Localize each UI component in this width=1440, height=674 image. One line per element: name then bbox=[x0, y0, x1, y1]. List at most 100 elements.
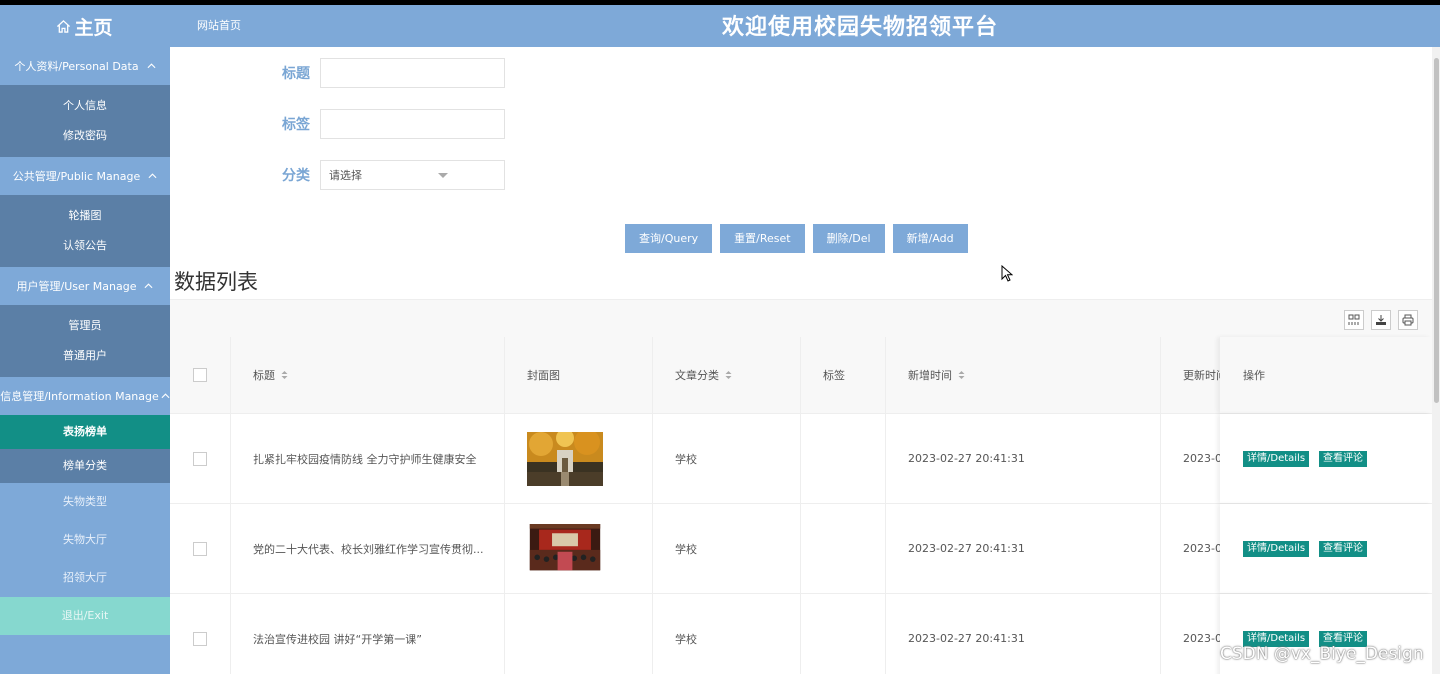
sort-icon bbox=[281, 371, 288, 379]
row-actions: 详情/Details 查看评论 bbox=[1220, 414, 1432, 503]
row-title: 党的二十大代表、校长刘雅红作学习宣传贯彻... bbox=[231, 504, 505, 593]
search-row-tag: 标签 bbox=[270, 109, 505, 139]
scrollbar-thumb[interactable] bbox=[1434, 58, 1439, 403]
column-category-label: 文章分类 bbox=[675, 369, 719, 382]
sort-icon bbox=[725, 371, 732, 379]
sidebar-group-label: 公共管理/Public Manage bbox=[12, 170, 141, 183]
row-title: 扎紧扎牢校园疫情防线 全力守护师生健康安全 bbox=[231, 414, 505, 503]
column-tag-label: 标签 bbox=[823, 369, 845, 382]
sidebar: 个人资料/Personal Data 个人信息 修改密码 公共管理/Public… bbox=[0, 47, 170, 674]
columns-button[interactable] bbox=[1344, 310, 1364, 330]
cover-image[interactable] bbox=[527, 523, 603, 574]
sidebar-item-carousel[interactable]: 轮播图 bbox=[0, 201, 170, 231]
row-select-cell bbox=[170, 504, 231, 593]
sidebar-group-personal[interactable]: 个人资料/Personal Data bbox=[0, 47, 170, 85]
row-category: 学校 bbox=[653, 504, 801, 593]
sidebar-item-admin[interactable]: 管理员 bbox=[0, 311, 170, 341]
cover-image[interactable] bbox=[527, 431, 603, 486]
details-button[interactable]: 详情/Details bbox=[1243, 540, 1310, 557]
row-checkbox[interactable] bbox=[193, 541, 207, 556]
home-icon bbox=[57, 19, 71, 33]
mouse-cursor-icon bbox=[1001, 265, 1013, 282]
sidebar-item-praise-list[interactable]: 表扬榜单 bbox=[0, 415, 170, 449]
column-title-label: 标题 bbox=[253, 369, 275, 382]
reset-button[interactable]: 重置/Reset bbox=[720, 224, 805, 253]
sidebar-item-profile[interactable]: 个人信息 bbox=[0, 91, 170, 121]
sort-icon bbox=[958, 371, 965, 379]
delete-button[interactable]: 删除/Del bbox=[812, 224, 885, 253]
chevron-down-icon bbox=[438, 173, 448, 178]
details-button[interactable]: 详情/Details bbox=[1243, 450, 1310, 467]
row-category: 学校 bbox=[653, 594, 801, 674]
chevron-up-icon bbox=[145, 283, 153, 289]
column-header-category[interactable]: 文章分类 bbox=[653, 337, 801, 413]
home-link[interactable]: 主页 bbox=[0, 5, 170, 47]
column-cover-label: 封面图 bbox=[527, 369, 560, 382]
sidebar-item-claim-hall[interactable]: 招领大厅 bbox=[0, 559, 170, 597]
select-all-checkbox[interactable] bbox=[193, 368, 207, 382]
column-header-title[interactable]: 标题 bbox=[231, 337, 505, 413]
row-select-cell bbox=[170, 414, 231, 503]
print-icon bbox=[1402, 314, 1414, 326]
sidebar-item-announcement[interactable]: 认领公告 bbox=[0, 231, 170, 261]
sidebar-group-information[interactable]: 信息管理/Information Manage bbox=[0, 377, 170, 415]
row-checkbox[interactable] bbox=[193, 451, 207, 466]
tag-field-label: 标签 bbox=[282, 117, 310, 133]
sidebar-item-lost-type[interactable]: 失物类型 bbox=[0, 483, 170, 521]
watermark: CSDN @vx_Biye_Design bbox=[1220, 644, 1424, 664]
row-created: 2023-02-27 20:41:31 bbox=[886, 414, 1161, 503]
export-button[interactable] bbox=[1371, 310, 1391, 330]
row-cover-cell bbox=[505, 414, 653, 503]
sidebar-group-items: 轮播图 认领公告 bbox=[0, 195, 170, 267]
comments-button[interactable]: 查看评论 bbox=[1319, 540, 1368, 557]
list-title: 数据列表 bbox=[174, 270, 258, 294]
comments-button[interactable]: 查看评论 bbox=[1319, 450, 1368, 467]
tag-input[interactable] bbox=[320, 109, 505, 139]
row-actions: 详情/Details 查看评论 bbox=[1220, 504, 1432, 593]
column-actions-label: 操作 bbox=[1243, 369, 1265, 382]
sidebar-item-lost-hall[interactable]: 失物大厅 bbox=[0, 521, 170, 559]
title-input[interactable] bbox=[320, 58, 505, 88]
search-row-category: 分类 请选择 bbox=[270, 160, 505, 190]
sidebar-item-password[interactable]: 修改密码 bbox=[0, 121, 170, 151]
row-tag bbox=[801, 504, 886, 593]
sidebar-group-items: 表扬榜单 榜单分类 bbox=[0, 415, 170, 483]
print-button[interactable] bbox=[1398, 310, 1418, 330]
chevron-up-icon bbox=[148, 173, 157, 179]
sidebar-group-label: 个人资料/Personal Data bbox=[14, 60, 139, 73]
column-header-created[interactable]: 新增时间 bbox=[886, 337, 1161, 413]
sidebar-item-list-category[interactable]: 榜单分类 bbox=[0, 449, 170, 483]
sidebar-group-public[interactable]: 公共管理/Public Manage bbox=[0, 157, 170, 195]
column-header-actions: 操作 bbox=[1220, 337, 1432, 413]
sidebar-item-exit[interactable]: 退出/Exit bbox=[0, 597, 170, 635]
row-created: 2023-02-27 20:41:31 bbox=[886, 504, 1161, 593]
query-button[interactable]: 查询/Query bbox=[625, 224, 713, 253]
table-header-row: 标题 封面图 文章分类 标签 新增时间 更新时间 操作 bbox=[170, 337, 1432, 414]
category-field-label: 分类 bbox=[282, 168, 310, 184]
row-select-cell bbox=[170, 594, 231, 674]
sidebar-group-label: 信息管理/Information Manage bbox=[0, 390, 159, 403]
column-header-tag: 标签 bbox=[801, 337, 886, 413]
table-toolbar bbox=[170, 299, 1432, 337]
row-created: 2023-02-27 20:41:31 bbox=[886, 594, 1161, 674]
export-icon bbox=[1376, 315, 1386, 325]
sidebar-group-users[interactable]: 用户管理/User Manage bbox=[0, 267, 170, 305]
chevron-up-icon bbox=[147, 63, 156, 69]
columns-icon bbox=[1348, 314, 1360, 325]
search-row-title: 标题 bbox=[270, 58, 505, 88]
row-title: 法治宣传进校园 讲好“开学第一课” bbox=[231, 594, 505, 674]
sidebar-item-users[interactable]: 普通用户 bbox=[0, 341, 170, 371]
column-created-label: 新增时间 bbox=[908, 369, 952, 382]
chevron-up-icon bbox=[161, 393, 170, 399]
sidebar-group-items: 管理员 普通用户 bbox=[0, 305, 170, 377]
column-header-cover: 封面图 bbox=[505, 337, 653, 413]
row-checkbox[interactable] bbox=[193, 631, 207, 646]
table-row: 扎紧扎牢校园疫情防线 全力守护师生健康安全 学校 2023-02-27 20:4… bbox=[170, 414, 1432, 504]
home-label: 主页 bbox=[74, 16, 113, 39]
row-category: 学校 bbox=[653, 414, 801, 503]
breadcrumb[interactable]: 网站首页 bbox=[197, 17, 241, 33]
row-tag bbox=[801, 414, 886, 503]
category-select[interactable]: 请选择 bbox=[320, 160, 505, 190]
main-content: 标题 标签 分类 请选择 查询/Query 重置/Reset 删除/Del 新增… bbox=[170, 47, 1432, 674]
add-button[interactable]: 新增/Add bbox=[892, 224, 968, 253]
